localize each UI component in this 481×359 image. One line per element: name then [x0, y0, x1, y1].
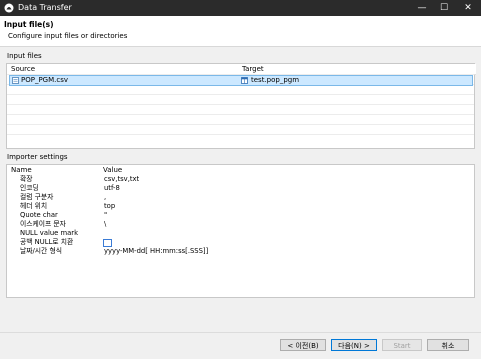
back-button[interactable]: < 이전(B) — [280, 339, 326, 351]
property-name: 날짜/시간 형식 — [20, 247, 62, 255]
next-button[interactable]: 다음(N) > — [331, 339, 377, 351]
table-row[interactable]: POP_PGM.csv test.pop_pgm — [9, 75, 473, 86]
maximize-button[interactable]: ☐ — [433, 0, 455, 16]
row-divider — [7, 94, 474, 95]
row-divider — [7, 114, 474, 115]
property-value[interactable]: yyyy-MM-dd[ HH:mm:ss[.SSS]] — [104, 247, 208, 256]
importer-settings-label: Importer settings — [7, 153, 68, 161]
input-files-table[interactable]: Source Target POP_PGM.csv test.pop_pgm — [6, 63, 476, 149]
property-name: 확장 — [20, 175, 33, 183]
property-value[interactable]: top — [104, 202, 115, 211]
property-name: Quote char — [20, 211, 58, 219]
property-name: 헤더 위치 — [20, 202, 48, 210]
page-title: Input file(s) — [4, 20, 54, 29]
table-icon — [241, 77, 248, 84]
property-value[interactable]: " — [104, 211, 107, 220]
importer-settings-table[interactable]: Name Value 확장 csv,tsv,txt 인코딩 utf-8 컬럼 구… — [6, 164, 475, 298]
target-table-name: test.pop_pgm — [251, 76, 300, 84]
app-logo-icon — [4, 3, 14, 13]
property-value[interactable]: csv,tsv,txt — [104, 175, 139, 184]
property-value[interactable]: utf-8 — [104, 184, 120, 193]
property-name: 컬럼 구분자 — [20, 193, 54, 201]
row-divider — [7, 134, 474, 135]
property-value[interactable]: , — [104, 193, 106, 202]
input-files-label: Input files — [7, 52, 42, 60]
name-column-header: Name — [11, 166, 32, 174]
row-divider — [7, 124, 474, 125]
window-title: Data Transfer — [18, 3, 72, 12]
wizard-header: Input file(s) Configure input files or d… — [0, 16, 481, 47]
property-name: NULL value mark — [20, 229, 79, 237]
window-titlebar: Data Transfer — ☐ ✕ — [0, 0, 481, 16]
start-button[interactable]: Start — [382, 339, 422, 351]
property-name: 이스케이프 문자 — [20, 220, 66, 228]
cancel-button[interactable]: 취소 — [427, 339, 469, 351]
wizard-footer: < 이전(B) 다음(N) > Start 취소 — [0, 332, 481, 359]
value-column-header: Value — [103, 166, 123, 174]
property-value[interactable]: \ — [104, 220, 106, 229]
page-description: Configure input files or directories — [8, 32, 128, 40]
empty-as-null-checkbox[interactable] — [103, 239, 112, 247]
row-divider — [7, 104, 474, 105]
close-button[interactable]: ✕ — [457, 0, 479, 16]
property-name: 인코딩 — [20, 184, 39, 192]
wizard-content: Input files Source Target POP_PGM.csv te… — [0, 47, 481, 332]
source-file-name: POP_PGM.csv — [21, 76, 69, 84]
minimize-button[interactable]: — — [411, 0, 433, 16]
property-name: 공백 NULL로 치환 — [20, 238, 74, 246]
csv-file-icon — [12, 77, 19, 84]
